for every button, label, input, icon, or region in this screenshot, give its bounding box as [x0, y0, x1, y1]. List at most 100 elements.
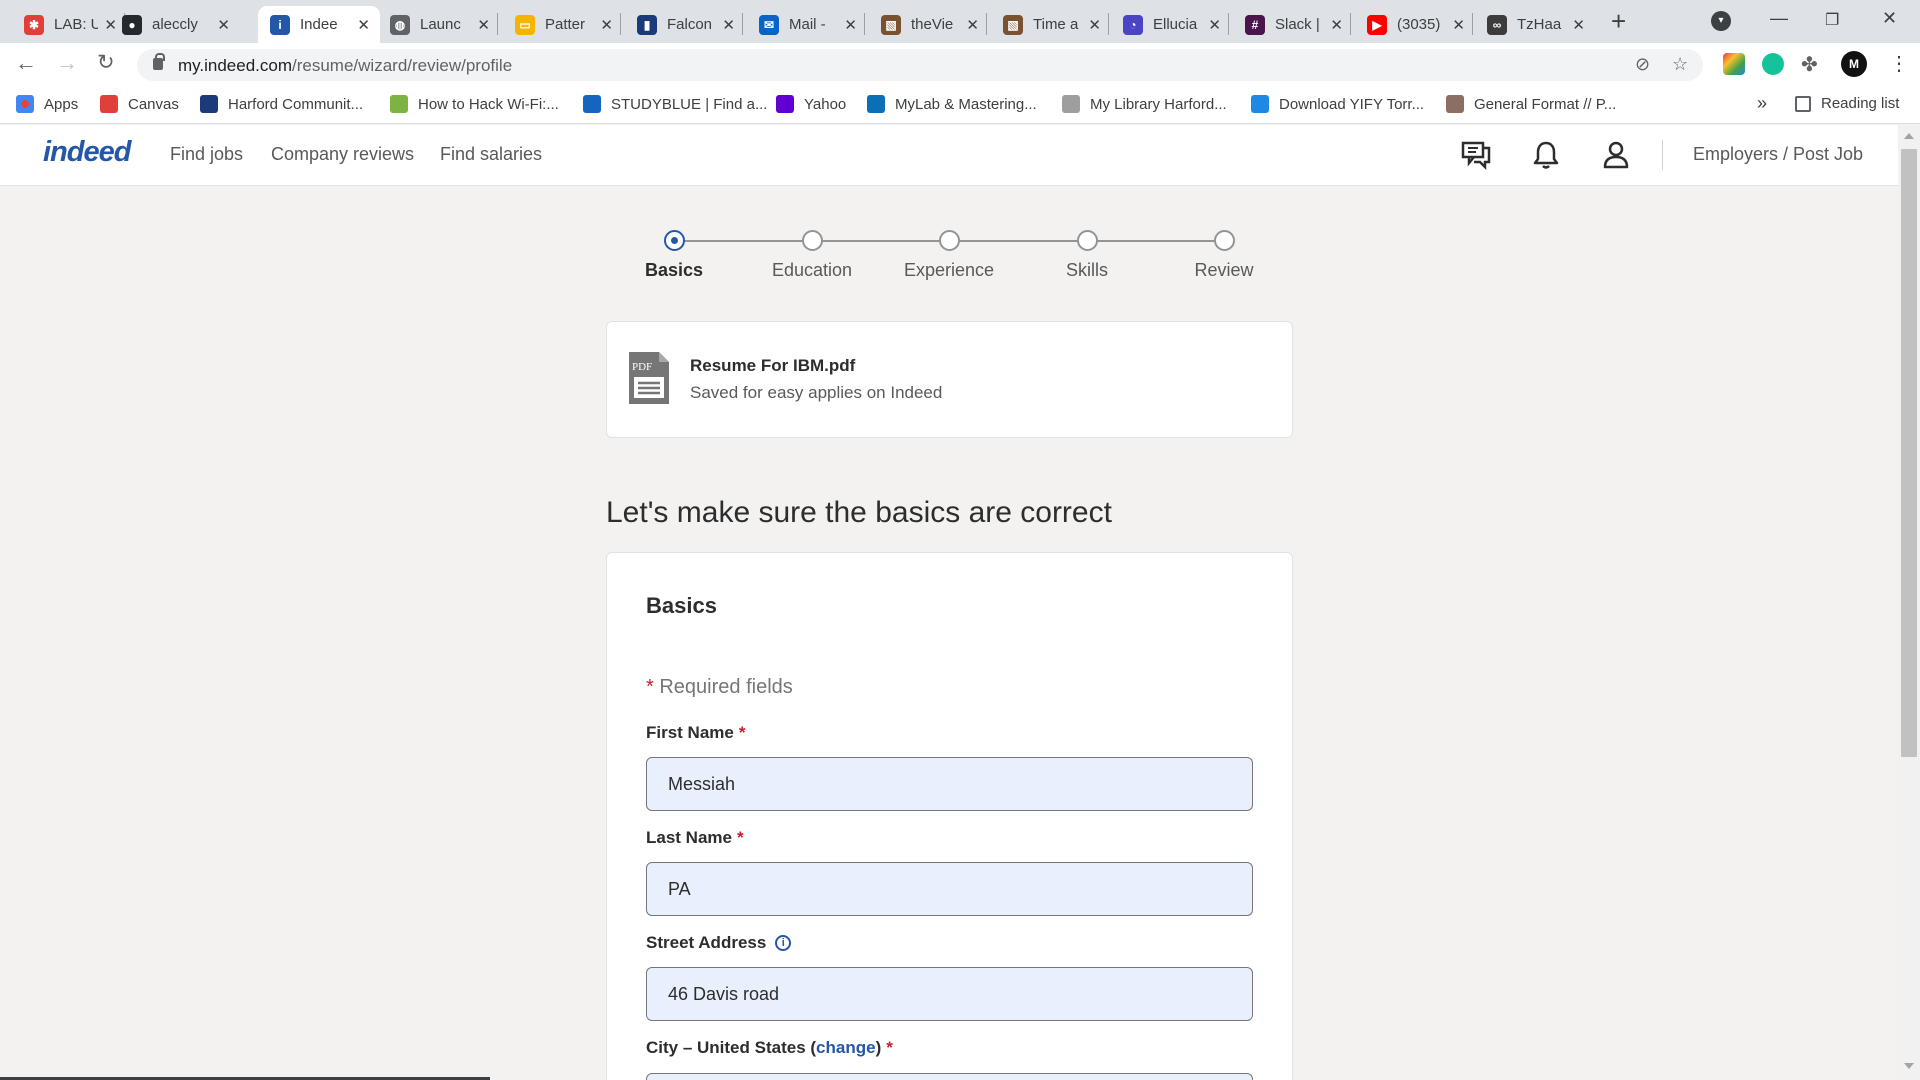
- bookmark-item[interactable]: Download YIFY Torr...: [1251, 95, 1424, 113]
- close-tab-icon[interactable]: ✕: [1452, 16, 1465, 34]
- browser-tab[interactable]: ✉ Mail - ✕: [747, 6, 867, 43]
- browser-tab[interactable]: ∞ TzHaa ✕: [1475, 6, 1595, 43]
- close-tab-icon[interactable]: ✕: [600, 16, 613, 34]
- blocked-content-icon[interactable]: ⊘: [1635, 54, 1650, 75]
- bookmark-favicon-icon: [390, 95, 408, 113]
- address-bar[interactable]: my.indeed.com/resume/wizard/review/profi…: [137, 49, 1703, 81]
- bookmark-star-icon[interactable]: ☆: [1672, 54, 1688, 75]
- forward-icon[interactable]: →: [56, 52, 78, 74]
- lock-icon: [153, 53, 165, 70]
- step-dot: [939, 230, 960, 251]
- bookmarks-overflow-icon[interactable]: »: [1757, 93, 1767, 114]
- notifications-bell-icon[interactable]: [1530, 139, 1562, 171]
- bookmark-favicon-icon: [776, 95, 794, 113]
- close-tab-icon[interactable]: ✕: [1330, 16, 1343, 34]
- bookmark-item[interactable]: MyLab & Mastering...: [867, 95, 1037, 113]
- nav-find-salaries[interactable]: Find salaries: [440, 144, 542, 165]
- close-tab-icon[interactable]: ✕: [477, 16, 490, 34]
- browser-tab[interactable]: ▶ (3035) ✕: [1355, 6, 1475, 43]
- scroll-up-arrow-icon[interactable]: [1904, 133, 1914, 139]
- browser-tab[interactable]: ▧ Time a ✕: [991, 6, 1111, 43]
- close-window-icon[interactable]: ✕: [1882, 8, 1897, 29]
- nav-find-jobs[interactable]: Find jobs: [170, 144, 243, 165]
- tab-favicon-icon: ▶: [1367, 14, 1387, 35]
- account-person-icon[interactable]: [1600, 139, 1632, 171]
- browser-tab[interactable]: # Slack | ✕: [1233, 6, 1353, 43]
- browser-tab[interactable]: ▧ theVie ✕: [869, 6, 989, 43]
- messages-icon[interactable]: [1460, 139, 1492, 171]
- indeed-logo[interactable]: indeed: [43, 136, 131, 169]
- bookmark-item[interactable]: How to Hack Wi-Fi:...: [390, 95, 559, 113]
- resume-card: PDF Resume For IBM.pdf Saved for easy ap…: [606, 321, 1293, 438]
- bookmark-favicon-icon: [1446, 95, 1464, 113]
- bookmark-item[interactable]: General Format // P...: [1446, 95, 1616, 113]
- reload-icon[interactable]: ↻: [97, 52, 115, 74]
- header-divider: [1662, 140, 1663, 170]
- form-title: Basics: [646, 593, 717, 618]
- nav-company-reviews[interactable]: Company reviews: [271, 144, 414, 165]
- grammarly-icon[interactable]: [1762, 53, 1784, 75]
- bookmark-item[interactable]: Harford Communit...: [200, 95, 363, 113]
- browser-tab[interactable]: ◔ Ellucia ✕: [1111, 6, 1231, 43]
- tab-favicon-icon: #: [1245, 14, 1265, 35]
- browser-tab[interactable]: ◍ Launc ✕: [378, 6, 500, 43]
- required-note-text: Required fields: [659, 676, 793, 698]
- street-address-label: Street Address i: [646, 933, 792, 953]
- tab-separator: [620, 13, 621, 35]
- restore-icon[interactable]: ❐: [1825, 10, 1839, 30]
- first-name-field[interactable]: [646, 757, 1253, 811]
- close-tab-icon[interactable]: ✕: [722, 16, 735, 34]
- close-tab-icon[interactable]: ✕: [1208, 16, 1221, 34]
- first-name-required-star: *: [738, 723, 746, 742]
- new-tab-button[interactable]: +: [1611, 8, 1626, 34]
- back-icon[interactable]: ←: [15, 52, 37, 74]
- city-field[interactable]: [646, 1073, 1253, 1080]
- reading-list-button[interactable]: Reading list: [1795, 95, 1899, 112]
- close-tab-icon[interactable]: ✕: [357, 16, 370, 34]
- tab-title: Patter: [545, 16, 586, 33]
- last-name-field[interactable]: [646, 862, 1253, 916]
- profile-avatar[interactable]: M: [1841, 51, 1867, 77]
- bookmark-item[interactable]: Yahoo: [776, 95, 846, 113]
- step-label: Basics: [644, 260, 704, 280]
- tab-title: (3035): [1397, 16, 1441, 33]
- basics-form-card: Basics * Required fields First Name * La…: [606, 552, 1293, 1080]
- close-tab-icon[interactable]: ✕: [966, 16, 979, 34]
- tab-title: Time a: [1033, 16, 1079, 33]
- indeed-header: indeed Find jobs Company reviews Find sa…: [0, 125, 1898, 186]
- menu-kebab-icon[interactable]: ⋮: [1889, 51, 1909, 76]
- step-dot: [664, 230, 685, 251]
- street-address-field[interactable]: [646, 967, 1253, 1021]
- extension-icon[interactable]: [1723, 53, 1745, 75]
- tab-separator: [742, 13, 743, 35]
- page-scrollbar[interactable]: [1898, 125, 1920, 1080]
- bookmark-item[interactable]: Apps: [16, 95, 78, 113]
- change-country-link[interactable]: change: [816, 1038, 876, 1058]
- minimize-icon[interactable]: —: [1770, 8, 1788, 29]
- tab-title: Mail -: [789, 16, 826, 33]
- browser-tab-strip: + ▾ — ❐ ✕ ✱ LAB: U ✕ ● aleccly ✕ i Indee ✕ ◍ Launc…: [0, 0, 1920, 43]
- employers-post-job-link[interactable]: Employers / Post Job: [1693, 144, 1863, 165]
- close-tab-icon[interactable]: ✕: [1088, 16, 1101, 34]
- browser-tab[interactable]: i Indee ✕: [258, 6, 380, 43]
- resume-subtitle: Saved for easy applies on Indeed: [690, 383, 943, 402]
- reading-list-label: Reading list: [1821, 95, 1900, 112]
- bookmark-item[interactable]: Canvas: [100, 95, 179, 113]
- bookmark-item[interactable]: STUDYBLUE | Find a...: [583, 95, 767, 113]
- close-tab-icon[interactable]: ✕: [217, 16, 230, 34]
- browser-tab[interactable]: ● aleccly ✕: [110, 6, 240, 43]
- close-tab-icon[interactable]: ✕: [844, 16, 857, 34]
- browser-tab[interactable]: ▮ Falcon ✕: [625, 6, 745, 43]
- info-icon[interactable]: i: [775, 935, 792, 951]
- bookmark-favicon-icon: [16, 95, 34, 113]
- step-label: Review: [1194, 260, 1254, 280]
- close-tab-icon[interactable]: ✕: [1572, 16, 1585, 34]
- city-label: City – United States (change) *: [646, 1038, 893, 1058]
- bookmark-item[interactable]: My Library Harford...: [1062, 95, 1227, 113]
- scroll-down-arrow-icon[interactable]: [1904, 1063, 1914, 1069]
- scrollbar-thumb[interactable]: [1901, 149, 1917, 757]
- browser-tab[interactable]: ▭ Patter ✕: [503, 6, 623, 43]
- resume-file-name[interactable]: Resume For IBM.pdf: [690, 356, 855, 376]
- tab-search-icon[interactable]: ▾: [1711, 11, 1731, 31]
- puzzle-extensions-icon[interactable]: ✤: [1801, 52, 1818, 77]
